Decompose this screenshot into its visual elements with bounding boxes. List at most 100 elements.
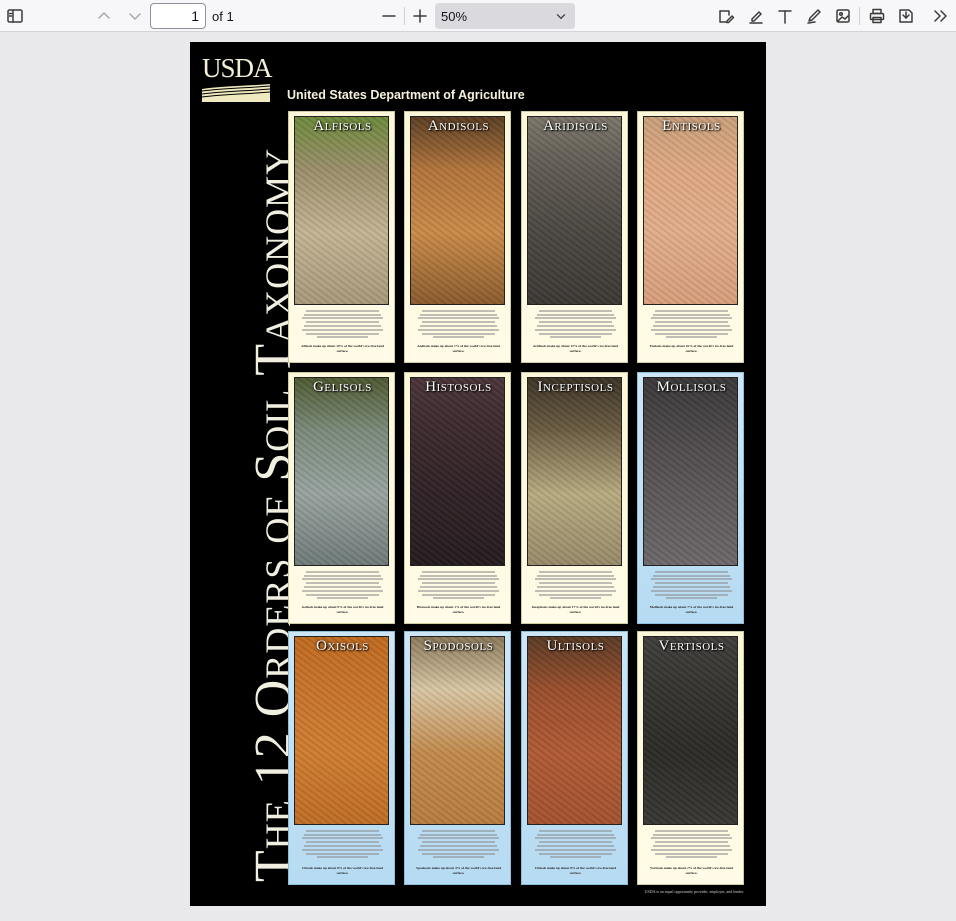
chevron-down-icon	[556, 14, 566, 20]
highlight-button[interactable]	[744, 4, 768, 28]
soil-profile-photo	[527, 116, 622, 305]
soil-coverage-stat: Andisols make up about 1% of the world's…	[417, 344, 500, 353]
description-line	[655, 321, 728, 324]
soil-profile-photo	[410, 377, 505, 566]
soil-coverage-stat: Vertisols make up about 2% of the world'…	[650, 866, 733, 875]
soil-order-name: Entisols	[662, 118, 721, 134]
save-icon	[899, 9, 913, 23]
description-line	[303, 585, 382, 588]
soil-coverage-stat: Entisols make up about 16% of the world'…	[649, 344, 734, 353]
description-line	[539, 332, 612, 335]
description-line	[534, 317, 617, 320]
draw-button[interactable]	[802, 4, 826, 28]
soil-description	[297, 308, 388, 340]
print-icon	[869, 8, 885, 24]
description-line	[301, 317, 384, 320]
description-line	[306, 841, 379, 844]
soil-card-mollisols: Mollisols Mollisols make up about 7% of t…	[637, 372, 744, 624]
soil-description	[413, 308, 504, 340]
page-number-input[interactable]	[150, 3, 206, 29]
soil-card-spodosols: Spodosols Spodosols make up about 4% of t…	[404, 631, 511, 885]
zoom-select[interactable]: 50%	[435, 3, 575, 29]
description-line	[652, 833, 731, 836]
text-icon	[778, 10, 792, 24]
toolbar-divider	[859, 7, 860, 25]
highlight-icon	[749, 11, 763, 24]
pdf-page: USDA United States Department of Agricul…	[190, 42, 766, 906]
description-line	[422, 582, 495, 585]
description-line	[539, 841, 612, 844]
more-tools-button[interactable]	[928, 4, 952, 28]
description-line	[655, 841, 728, 844]
soil-description	[530, 308, 621, 340]
description-line	[666, 597, 717, 600]
description-line	[419, 585, 498, 588]
add-image-button[interactable]	[831, 4, 855, 28]
soil-order-name: Gelisols	[313, 379, 372, 395]
arrow-up-icon	[98, 12, 110, 19]
description-line	[419, 313, 498, 316]
text-button[interactable]	[773, 4, 797, 28]
description-line	[536, 324, 615, 327]
soil-description	[413, 828, 504, 860]
sidebar-toggle-button[interactable]	[3, 4, 27, 28]
description-line	[655, 309, 728, 312]
soil-profile-photo	[294, 377, 389, 566]
description-line	[306, 309, 379, 312]
description-line	[306, 829, 379, 832]
description-line	[303, 324, 382, 327]
description-line	[417, 589, 500, 592]
minus-icon	[382, 15, 396, 17]
print-button[interactable]	[865, 4, 889, 28]
soil-order-name: Aridisols	[543, 118, 608, 134]
save-button[interactable]	[894, 4, 918, 28]
description-line	[433, 856, 484, 859]
description-line	[652, 585, 731, 588]
description-line	[534, 848, 617, 851]
soil-description	[530, 828, 621, 860]
description-line	[317, 336, 368, 339]
description-line	[303, 844, 382, 847]
page-count: of 1	[212, 9, 234, 24]
description-line	[650, 328, 733, 331]
soil-card-gelisols: Gelisols Gelisols make up about 9% of the…	[288, 372, 395, 624]
soil-profile-photo	[527, 636, 622, 825]
description-line	[666, 856, 717, 859]
description-line	[306, 582, 379, 585]
description-line	[419, 574, 498, 577]
description-line	[534, 328, 617, 331]
soil-profile-photo	[643, 636, 738, 825]
description-line	[652, 313, 731, 316]
description-line	[650, 589, 733, 592]
description-line	[650, 837, 733, 840]
zoom-out-button[interactable]	[377, 4, 401, 28]
soil-profile-photo	[643, 116, 738, 305]
description-line	[417, 837, 500, 840]
soil-coverage-stat: Alfisols make up about 10% of the world'…	[301, 344, 384, 353]
description-line	[303, 313, 382, 316]
description-line	[422, 841, 495, 844]
description-line	[536, 313, 615, 316]
sign-button[interactable]	[714, 4, 738, 28]
next-page-button[interactable]	[123, 4, 147, 28]
previous-page-button[interactable]	[92, 4, 116, 28]
soil-order-name: Andisols	[427, 118, 490, 134]
description-line	[422, 332, 495, 335]
description-line	[433, 597, 484, 600]
soil-order-name: Mollisols	[656, 379, 727, 395]
soil-coverage-stat: Histosols make up about 1% of the world'…	[416, 605, 501, 614]
description-line	[419, 324, 498, 327]
description-line	[422, 593, 495, 596]
description-line	[422, 321, 495, 324]
description-line	[539, 593, 612, 596]
description-line	[666, 336, 717, 339]
soil-description	[530, 569, 621, 601]
sign-icon	[719, 10, 735, 24]
description-line	[317, 597, 368, 600]
description-line	[417, 328, 500, 331]
zoom-in-button[interactable]	[408, 4, 432, 28]
soil-profile-photo	[643, 377, 738, 566]
description-line	[433, 336, 484, 339]
description-line	[419, 844, 498, 847]
soil-coverage-stat: Spodosols make up about 4% of the world'…	[416, 866, 501, 875]
